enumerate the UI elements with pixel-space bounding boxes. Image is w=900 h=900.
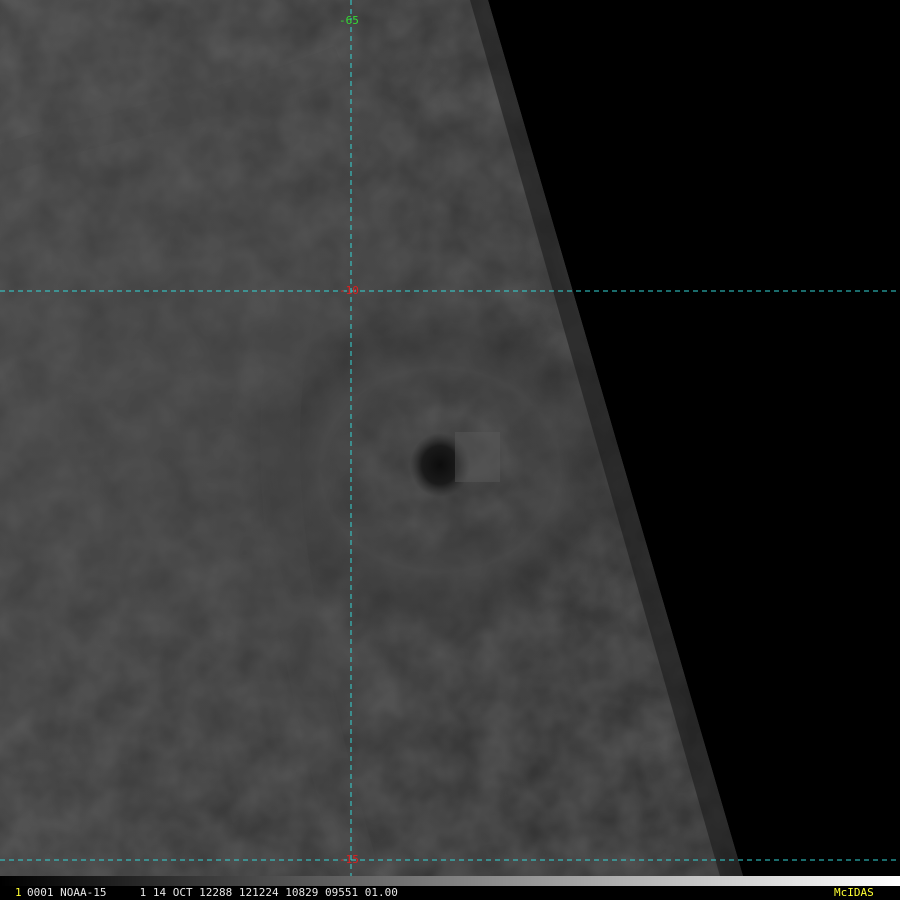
grayscale-ramp	[0, 876, 900, 886]
satellite-image	[0, 0, 900, 900]
mcidas-label: McIDAS	[834, 886, 874, 899]
frame-number: 1	[15, 886, 22, 899]
status-bar: 1 0001 NOAA-15 1 14 OCT 12288 121224 108…	[0, 876, 900, 900]
latitude-label: -10	[339, 284, 359, 297]
longitude-label: -65	[339, 14, 359, 27]
image-info-text: 0001 NOAA-15 1 14 OCT 12288 121224 10829…	[27, 886, 398, 899]
latitude-label: -15	[339, 853, 359, 866]
